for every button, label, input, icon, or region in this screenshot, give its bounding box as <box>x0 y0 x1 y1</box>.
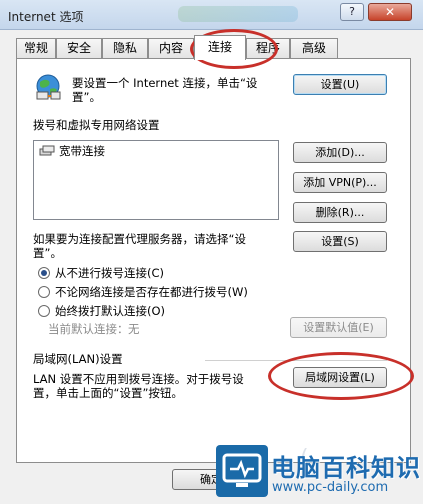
tab-programs[interactable]: 程序 <box>246 38 290 59</box>
tab-advanced[interactable]: 高级 <box>290 38 338 59</box>
add-button[interactable]: 添加(D)... <box>293 142 387 163</box>
tab-connections[interactable]: 连接 <box>194 35 246 60</box>
watermark-url: www.pc-daily.com <box>272 480 389 495</box>
connection-list[interactable]: 宽带连接 <box>33 140 279 220</box>
connection-settings-button[interactable]: 设置(S) <box>293 231 387 252</box>
tab-general[interactable]: 常规 <box>16 38 56 59</box>
setup-description-line1: 要设置一个 Internet 连接，单击“设 <box>72 76 258 90</box>
watermark-brand: 电脑百科知识 <box>271 454 421 482</box>
proxy-description-line1: 如果要为连接配置代理服务器，请选择“设 <box>33 232 246 246</box>
proxy-description-line2: 置”。 <box>33 246 62 260</box>
dialup-heading: 拨号和虚拟专用网络设置 <box>33 118 160 132</box>
broadband-connection-icon <box>39 145 55 156</box>
remove-button[interactable]: 删除(R)... <box>293 202 387 223</box>
setup-button[interactable]: 设置(U) <box>293 74 387 95</box>
lan-description-line2: 置，单击上面的“设置”按钮。 <box>33 386 183 400</box>
lan-description-line1: LAN 设置不应用到拨号连接。对于拨号设 <box>33 372 244 386</box>
radio-dial-when-no-network[interactable] <box>38 286 50 298</box>
lan-separator <box>205 360 387 361</box>
watermark-logo-icon <box>216 445 268 497</box>
radio-dial-when-no-network-label[interactable]: 不论网络连接是否存在都进行拨号(W) <box>55 285 248 299</box>
current-default-value: 无 <box>128 322 140 336</box>
lan-settings-button[interactable]: 局域网设置(L) <box>293 367 387 388</box>
set-default-button[interactable]: 设置默认值(E) <box>290 317 387 338</box>
radio-never-dial[interactable] <box>38 267 50 279</box>
add-vpn-button[interactable]: 添加 VPN(P)... <box>293 172 387 193</box>
setup-description-line2: 置”。 <box>72 90 101 104</box>
help-button[interactable]: ? <box>340 3 364 21</box>
globe-network-icon <box>36 74 61 100</box>
lan-heading: 局域网(LAN)设置 <box>33 352 123 366</box>
tab-privacy[interactable]: 隐私 <box>102 38 148 59</box>
radio-never-dial-label[interactable]: 从不进行拨号连接(C) <box>55 266 164 280</box>
tab-security[interactable]: 安全 <box>56 38 102 59</box>
title-bar: Internet 选项 ? ✕ <box>0 0 423 30</box>
connection-list-item[interactable]: 宽带连接 <box>59 144 105 158</box>
blurred-background <box>178 6 298 22</box>
radio-always-dial[interactable] <box>38 305 50 317</box>
close-button[interactable]: ✕ <box>368 3 412 21</box>
current-default-label: 当前默认连接： <box>48 322 129 336</box>
radio-always-dial-label[interactable]: 始终拨打默认连接(O) <box>55 304 165 318</box>
tab-content[interactable]: 内容 <box>148 38 194 59</box>
window-title: Internet 选项 <box>8 10 84 24</box>
